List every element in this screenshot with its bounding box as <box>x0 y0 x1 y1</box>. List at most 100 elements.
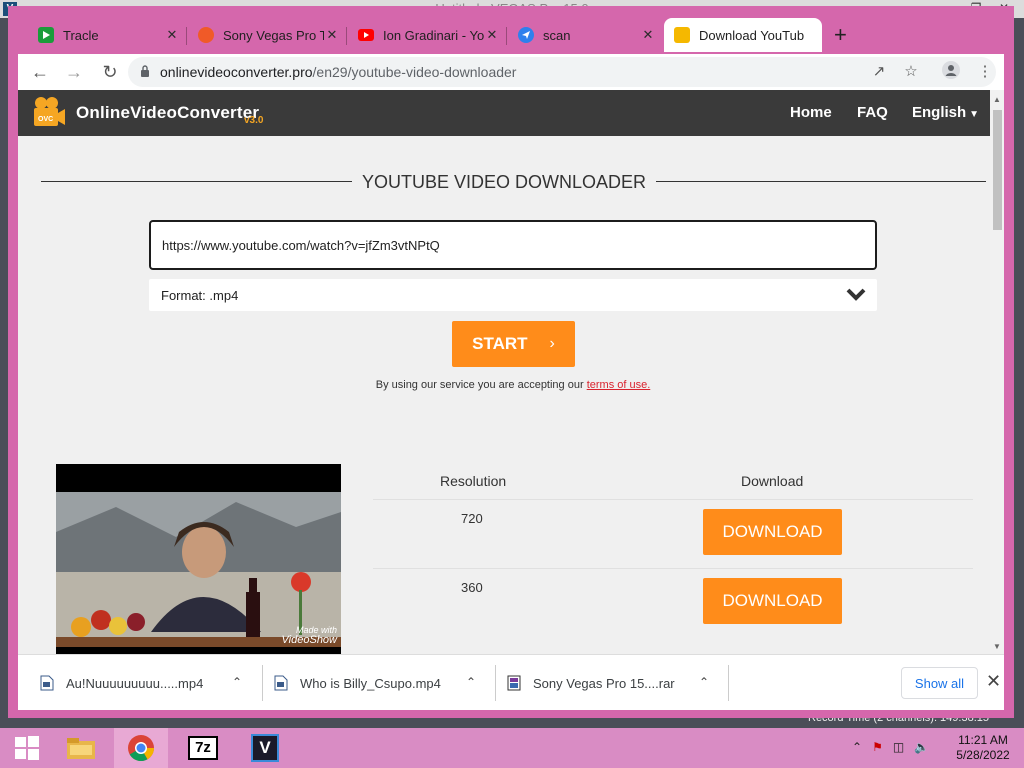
terms-prefix: By using our service you are accepting o… <box>375 379 584 391</box>
page-title: YOUTUBE VIDEO DOWNLOADER <box>18 172 990 193</box>
language-label: English <box>912 104 967 121</box>
clock-date: 5/28/2022 <box>956 748 1010 762</box>
video-thumbnail[interactable]: Made with VideoShow <box>56 464 341 654</box>
tab-close-icon[interactable]: ✕ <box>484 27 500 43</box>
download-item[interactable]: Who is Billy_Csupo.mp4 ⌃ <box>274 655 492 711</box>
scroll-thumb[interactable] <box>993 110 1002 230</box>
new-tab-button[interactable]: + <box>834 22 847 48</box>
tab-sony-vegas-pro[interactable]: Sony Vegas Pro Tu ✕ <box>188 20 347 50</box>
windows-taskbar: 7z V ⌃ ⚑ ◫ 🔈 11:21 AM 5/28/2022 <box>0 728 1024 768</box>
watermark-brand: VideoShow <box>281 634 337 646</box>
archive-icon <box>507 675 521 691</box>
url-host: onlinevideoconverter.pro <box>160 64 313 80</box>
nav-faq-link[interactable]: FAQ <box>857 104 888 121</box>
scroll-up-arrow-icon[interactable]: ▲ <box>992 95 1002 104</box>
start-button[interactable]: START › <box>452 321 575 367</box>
download-filename: Sony Vegas Pro 15....rar <box>533 675 675 691</box>
system-tray: ⌃ ⚑ ◫ 🔈 <box>852 740 929 754</box>
site-header: OVC OnlineVideoConverter v3.0 Home FAQ E… <box>18 90 990 136</box>
tab-ion-gradinari[interactable]: Ion Gradinari - Yo ✕ <box>348 20 507 50</box>
caret-down-icon: ▼ <box>969 109 980 120</box>
tab-title: scan <box>543 27 571 43</box>
share-icon[interactable]: ↗ <box>868 61 890 83</box>
format-select[interactable]: Format: .mp4 <box>149 279 877 311</box>
download-360-button[interactable]: DOWNLOAD <box>703 578 842 624</box>
table-row-divider <box>373 499 973 500</box>
logo-badge-text: OVC <box>38 116 53 123</box>
tab-download-youtube[interactable]: Download YouTub <box>664 18 822 52</box>
resolution-360: 360 <box>461 580 483 595</box>
tab-title: Tracle <box>63 27 99 43</box>
url-path: /en29/youtube-video-downloader <box>312 64 517 80</box>
show-all-downloads-button[interactable]: Show all <box>901 667 978 699</box>
youtube-icon <box>358 29 374 41</box>
chevron-up-icon[interactable]: ⌃ <box>699 675 709 689</box>
browser-toolbar: ← → ↻ onlinevideoconverter.pro/en29/yout… <box>18 54 1004 90</box>
chevron-up-icon[interactable]: ⌃ <box>232 675 242 689</box>
nav-language-dropdown[interactable]: English ▼ <box>912 104 979 121</box>
download-filename: Who is Billy_Csupo.mp4 <box>300 675 441 691</box>
shelf-divider <box>262 665 263 701</box>
taskbar-clock[interactable]: 11:21 AM 5/28/2022 <box>950 733 1016 763</box>
ovc-camera-icon <box>674 27 690 43</box>
tab-tracle[interactable]: Tracle ✕ <box>28 20 187 50</box>
download-shelf: Au!Nuuuuuuuuu.....mp4 ⌃ Who is Billy_Csu… <box>18 654 1004 710</box>
terms-of-use-link[interactable]: terms of use. <box>587 379 651 391</box>
chrome-window: Tracle ✕ Sony Vegas Pro Tu ✕ Ion Gradina… <box>8 6 1014 718</box>
scroll-down-arrow-icon[interactable]: ▼ <box>992 642 1002 651</box>
vegas-icon[interactable]: V <box>238 728 292 768</box>
start-label: START <box>472 334 528 353</box>
menu-dots-icon[interactable]: ⋮ <box>974 61 996 83</box>
download-filename: Au!Nuuuuuuuuu.....mp4 <box>66 675 204 691</box>
download-item[interactable]: Sony Vegas Pro 15....rar ⌃ <box>507 655 725 711</box>
windows-start-icon[interactable] <box>0 728 54 768</box>
vegas-label: V <box>251 734 279 762</box>
7zip-label: 7z <box>188 736 218 760</box>
chrome-icon[interactable] <box>114 728 168 768</box>
file-explorer-icon[interactable] <box>54 728 108 768</box>
download-item[interactable]: Au!Nuuuuuuuuu.....mp4 ⌃ <box>40 655 258 711</box>
network-icon[interactable]: ◫ <box>893 740 904 754</box>
ovc-camera-logo-icon: OVC <box>34 97 65 126</box>
flag-icon[interactable]: ⚑ <box>872 740 883 754</box>
address-bar[interactable]: onlinevideoconverter.pro/en29/youtube-vi… <box>128 57 996 87</box>
video-preview-image <box>56 492 341 647</box>
tab-close-icon[interactable]: ✕ <box>324 27 340 43</box>
clock-time: 11:21 AM <box>958 733 1008 747</box>
format-label: Format: .mp4 <box>161 288 239 303</box>
page-title-text: YOUTUBE VIDEO DOWNLOADER <box>351 172 657 192</box>
profile-avatar-icon[interactable] <box>940 61 962 83</box>
download-720-button[interactable]: DOWNLOAD <box>703 509 842 555</box>
close-icon[interactable]: ✕ <box>986 671 1001 692</box>
chevron-down-icon <box>846 288 866 301</box>
file-icon <box>274 675 288 691</box>
show-hidden-icons-chevron-icon[interactable]: ⌃ <box>852 740 862 754</box>
reload-icon[interactable]: ↻ <box>98 60 122 84</box>
back-arrow-icon[interactable]: ← <box>28 60 52 84</box>
forward-arrow-icon[interactable]: → <box>62 60 86 84</box>
page-viewport: OVC OnlineVideoConverter v3.0 Home FAQ E… <box>18 90 1004 654</box>
tab-close-icon[interactable]: ✕ <box>164 27 180 43</box>
chevron-up-icon[interactable]: ⌃ <box>466 675 476 689</box>
shelf-divider <box>728 665 729 701</box>
tab-title: Sony Vegas Pro Tu <box>223 27 324 43</box>
7zip-icon[interactable]: 7z <box>176 728 230 768</box>
video-watermark: Made with VideoShow <box>281 625 337 646</box>
bookmark-star-icon[interactable]: ☆ <box>900 61 922 83</box>
nav-home-link[interactable]: Home <box>790 104 832 121</box>
page-scrollbar[interactable]: ▲ ▼ <box>990 90 1004 654</box>
resolution-column-header: Resolution <box>440 473 507 489</box>
site-logo-version: v3.0 <box>244 115 264 126</box>
paperplane-icon <box>518 27 534 43</box>
file-icon <box>40 675 54 691</box>
tab-title: Ion Gradinari - Yo <box>383 27 484 43</box>
site-logo-text[interactable]: OnlineVideoConverter <box>76 103 259 123</box>
volume-muted-icon[interactable]: 🔈 <box>914 740 929 754</box>
video-url-input[interactable] <box>149 220 877 270</box>
tab-close-icon[interactable]: ✕ <box>640 27 656 43</box>
shelf-divider <box>495 665 496 701</box>
lock-icon <box>141 65 149 77</box>
tab-scan[interactable]: scan ✕ <box>508 20 662 50</box>
table-row-divider <box>373 568 973 569</box>
url-text: onlinevideoconverter.pro/en29/youtube-vi… <box>160 64 516 80</box>
